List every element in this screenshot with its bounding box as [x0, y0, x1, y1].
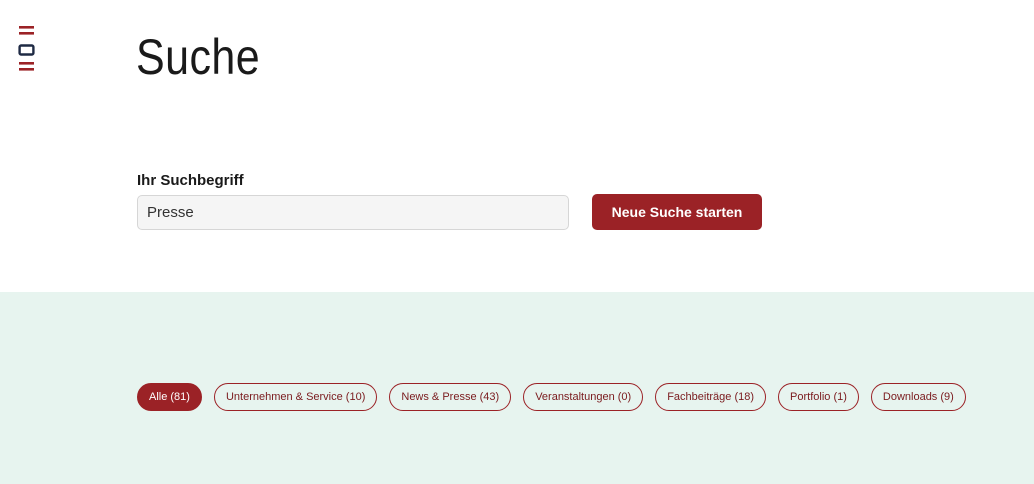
filter-chip-news-presse[interactable]: News & Presse (43): [389, 383, 512, 411]
filter-chip-veranstaltungen[interactable]: Veranstaltungen (0): [523, 383, 644, 411]
filter-chip-portfolio[interactable]: Portfolio (1): [778, 383, 859, 411]
filter-chip-downloads[interactable]: Downloads (9): [870, 383, 966, 411]
menu-logo-icon[interactable]: [18, 26, 35, 71]
page-title: Suche: [136, 29, 261, 85]
filter-chip-fachbeitraege[interactable]: Fachbeiträge (18): [655, 383, 767, 411]
new-search-button[interactable]: Neue Suche starten: [592, 194, 762, 230]
filter-chip-unternehmen-service[interactable]: Unternehmen & Service (10): [213, 383, 378, 411]
search-input[interactable]: [137, 195, 569, 230]
filter-section: Alle (81) Unternehmen & Service (10) New…: [0, 292, 1034, 484]
filter-chip-all[interactable]: Alle (81): [137, 383, 202, 411]
search-label: Ihr Suchbegriff: [137, 172, 244, 189]
filter-bar: Alle (81) Unternehmen & Service (10) New…: [137, 383, 966, 411]
search-page: Suche Ihr Suchbegriff Neue Suche starten…: [0, 0, 1034, 484]
